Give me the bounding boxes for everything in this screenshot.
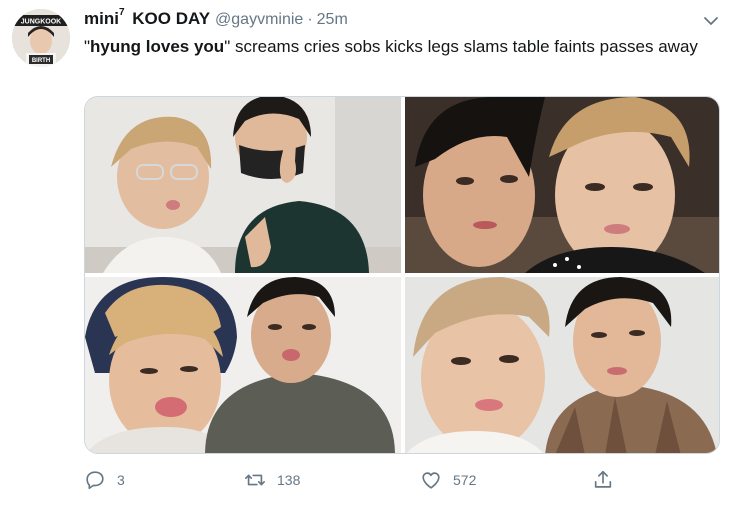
photo-1[interactable] — [85, 97, 401, 273]
retweet-icon — [245, 474, 265, 486]
avatar-label-bottom: BIRTH — [32, 58, 50, 64]
photo-3[interactable] — [85, 277, 401, 453]
photo-4[interactable] — [405, 277, 719, 453]
display-name-suffix: KOO DAY — [132, 9, 211, 28]
user-handle[interactable]: @gayvminie — [215, 11, 303, 29]
retweet-button[interactable]: 138 — [244, 466, 300, 494]
tweet-timestamp[interactable]: 25m — [317, 11, 348, 29]
header-separator: · — [307, 11, 313, 28]
like-button[interactable]: 572 — [420, 466, 476, 494]
avatar-label-top: JUNGKOOK — [21, 19, 61, 26]
reply-count: 3 — [117, 472, 125, 488]
avatar[interactable]: JUNGKOOK BIRTH — [12, 9, 70, 67]
tweet-header: mini7 KOO DAY @gayvminie · 25m — [84, 7, 348, 31]
display-name[interactable]: mini7 KOO DAY — [84, 7, 211, 29]
heart-icon — [422, 472, 440, 489]
tweet-text-rest: screams cries sobs kicks legs slams tabl… — [230, 37, 698, 56]
display-name-superscript: 7 — [118, 7, 125, 19]
tweet[interactable]: JUNGKOOK BIRTH mini7 KOO DAY @gayvminie … — [0, 0, 732, 505]
tweet-text: "hyung loves you" screams cries sobs kic… — [84, 36, 714, 58]
retweet-count: 138 — [277, 472, 301, 488]
photo-2[interactable] — [405, 97, 719, 273]
like-count: 572 — [453, 472, 477, 488]
media-grid — [84, 96, 720, 454]
reply-button[interactable]: 3 — [84, 466, 125, 494]
share-icon — [594, 470, 612, 488]
chevron-down-icon[interactable] — [702, 12, 720, 30]
tweet-actions: 3 138 572 — [84, 466, 720, 494]
reply-icon — [86, 471, 104, 490]
display-name-text: mini — [84, 9, 119, 28]
share-button[interactable] — [592, 466, 614, 494]
tweet-text-bold: hyung loves you — [90, 37, 225, 56]
